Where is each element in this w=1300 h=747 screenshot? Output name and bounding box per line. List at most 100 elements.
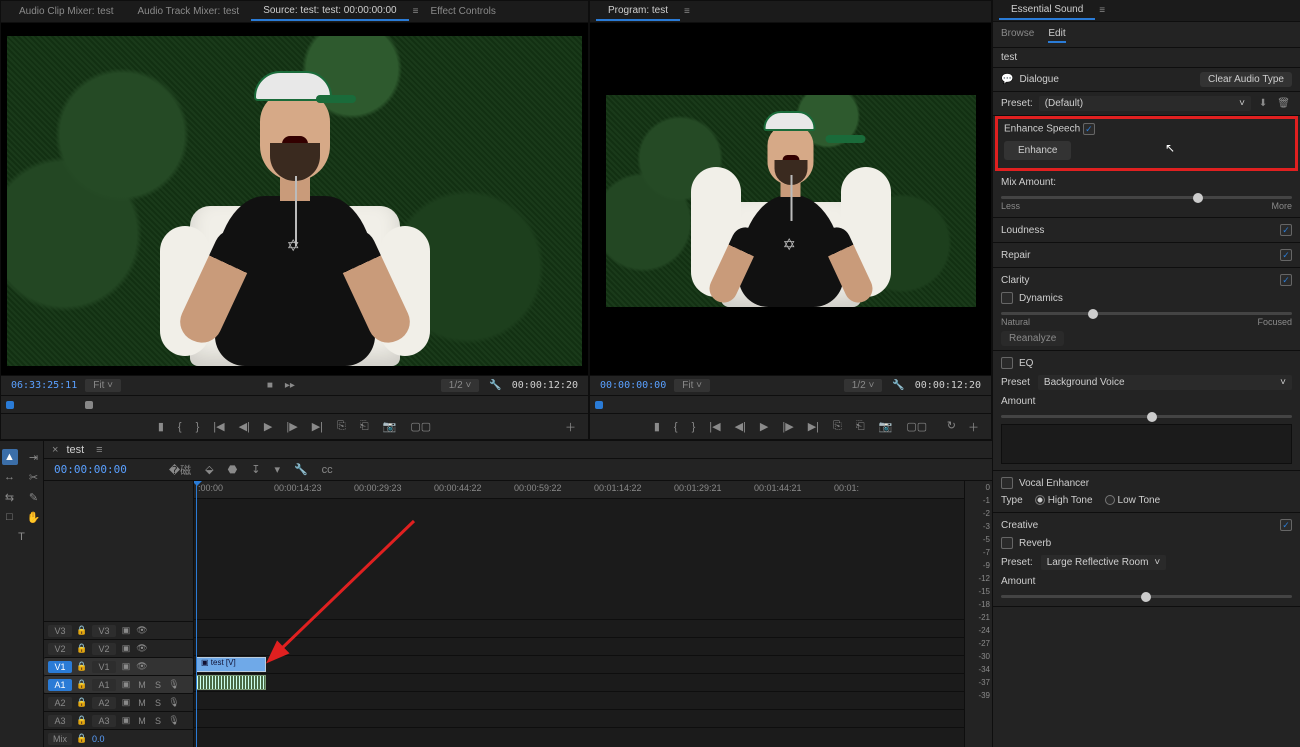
insert-clip-icon[interactable]: ⎘ [335,420,348,433]
marker-icon[interactable]: ⬣ [226,463,240,476]
pen-tool[interactable]: ✎ [26,489,42,505]
track-v2-label[interactable]: V2 [48,643,72,655]
go-in-icon[interactable]: |◀ [707,420,722,433]
wrench-icon[interactable]: 🔧 [292,463,310,476]
low-tone-radio[interactable]: Low Tone [1105,495,1161,506]
track-select-tool[interactable]: ⇥ [26,449,42,465]
source-video[interactable] [7,36,582,366]
program-time-ruler[interactable] [590,395,991,413]
ripple-tool[interactable]: ↔ [2,469,18,485]
go-in-icon[interactable]: |◀ [211,420,226,433]
source-res-select[interactable]: 1/2 ˅ [441,379,480,392]
mark-clip-icon[interactable]: } [690,421,698,433]
proxy-icon[interactable]: ↻ [945,419,958,435]
selection-tool[interactable]: ▲ [2,449,18,465]
snap-icon[interactable]: �磁 [167,462,193,478]
reverb-amount-slider[interactable] [1001,595,1292,598]
tab-source[interactable]: Source: test: test: 00:00:00:00 [251,2,408,21]
track-a3-label[interactable]: A3 [48,715,72,727]
razor-tool[interactable]: ✂ [26,469,42,485]
timeline-timecode[interactable]: 00:00:00:00 [54,463,127,476]
insert-icon[interactable]: ▸▸ [283,380,297,391]
extract-icon[interactable]: ⎗ [854,420,867,433]
creative-checkbox[interactable] [1280,519,1292,531]
creative-header[interactable]: Creative [1001,520,1038,531]
program-timecode[interactable]: 00:00:00:00 [600,380,666,391]
save-preset-icon[interactable]: ⬇ [1257,98,1269,109]
clarity-header[interactable]: Clarity [1001,275,1029,286]
eq-preset-select[interactable]: Background Voice˅ [1038,375,1292,390]
tab-audio-track-mixer[interactable]: Audio Track Mixer: test [125,3,251,20]
overwrite-clip-icon[interactable]: ⎗ [358,420,371,433]
repair-header[interactable]: Repair [1001,250,1030,261]
rect-tool[interactable]: □ [2,509,18,525]
clarity-checkbox[interactable] [1280,274,1292,286]
vocal-enhancer-checkbox[interactable] [1001,477,1013,489]
loudness-header[interactable]: Loudness [1001,225,1044,236]
go-out-icon[interactable]: ▶| [806,420,821,433]
loudness-checkbox[interactable] [1280,224,1292,236]
vocal-enhancer-header[interactable]: Vocal Enhancer [1019,478,1089,489]
tab-program[interactable]: Program: test [596,2,680,21]
repair-checkbox[interactable] [1280,249,1292,261]
program-res-select[interactable]: 1/2 ˅ [844,379,883,392]
playhead[interactable] [196,481,197,747]
audio-clip[interactable] [196,675,266,690]
clear-audio-type-button[interactable]: Clear Audio Type [1200,72,1292,87]
eq-header[interactable]: EQ [1019,358,1033,369]
track-mix-label[interactable]: Mix [48,733,72,745]
comparison-icon[interactable]: ▢▢ [904,420,929,433]
play-icon[interactable]: ▶ [262,420,274,433]
play-icon[interactable]: ▶ [758,420,770,433]
step-fwd-icon[interactable]: |▶ [284,420,299,433]
step-back-icon[interactable]: ◀| [733,420,748,433]
mark-out-icon[interactable]: { [176,421,184,433]
settings-icon[interactable]: 🔧 [487,380,503,391]
tab-effect-controls[interactable]: Effect Controls [418,3,507,20]
essential-sound-tab[interactable]: Essential Sound [999,1,1095,20]
track-a2-label[interactable]: A2 [48,697,72,709]
lift-icon[interactable]: ⎘ [831,420,844,433]
step-back-icon[interactable]: ◀| [237,420,252,433]
timeline-ruler[interactable]: :00:00 00:00:14:23 00:00:29:23 00:00:44:… [194,481,964,499]
export-frame-icon[interactable]: 📷 [877,420,895,433]
stop-icon[interactable]: ■ [265,380,275,391]
panel-menu-icon[interactable]: ≡ [684,6,690,17]
video-clip[interactable]: ▣ test [V] [196,657,266,672]
dynamics-slider[interactable] [1001,312,1292,315]
mark-in-icon[interactable]: ▮ [652,420,662,433]
type-tool[interactable]: T [14,529,30,545]
settings-icon[interactable]: 🔧 [890,380,906,391]
source-time-ruler[interactable] [1,395,588,413]
program-zoom-select[interactable]: Fit ˅ [674,379,710,392]
go-out-icon[interactable]: ▶| [310,420,325,433]
mix-amount-slider[interactable] [1001,196,1292,199]
mark-clip-icon[interactable]: } [194,421,202,433]
add-button-icon[interactable]: ＋ [966,419,981,435]
enhance-speech-checkbox[interactable] [1083,123,1095,135]
tab-audio-clip-mixer[interactable]: Audio Clip Mixer: test [7,3,125,20]
track-a1-src[interactable]: A1 [48,679,72,691]
browse-tab[interactable]: Browse [1001,26,1034,43]
cc-icon[interactable]: cc [320,464,335,476]
delete-preset-icon[interactable]: 🗑 [1275,98,1292,109]
timeline-tracks[interactable]: :00:00 00:00:14:23 00:00:29:23 00:00:44:… [194,481,964,747]
preset-select[interactable]: (Default)˅ [1039,96,1251,111]
comparison-icon[interactable]: ▢▢ [408,420,433,433]
step-fwd-icon[interactable]: |▶ [780,420,795,433]
high-tone-radio[interactable]: High Tone [1035,495,1093,506]
sequence-tab[interactable]: test [66,444,84,456]
track-v3-label[interactable]: V3 [48,625,72,637]
edit-tab[interactable]: Edit [1048,26,1065,43]
panel-menu-icon[interactable]: ≡ [1099,5,1105,16]
eq-amount-slider[interactable] [1001,415,1292,418]
mark-in-icon[interactable]: ▮ [156,420,166,433]
linked-icon[interactable]: ⬙ [203,463,215,476]
dynamics-checkbox[interactable] [1001,292,1013,304]
hand-tool[interactable]: ✋ [26,509,42,525]
eq-checkbox[interactable] [1001,357,1013,369]
source-zoom-select[interactable]: Fit ˅ [85,379,121,392]
reanalyze-button[interactable]: Reanalyze [1001,331,1064,346]
program-video[interactable] [606,95,976,307]
add-button-icon[interactable]: ＋ [563,419,578,435]
